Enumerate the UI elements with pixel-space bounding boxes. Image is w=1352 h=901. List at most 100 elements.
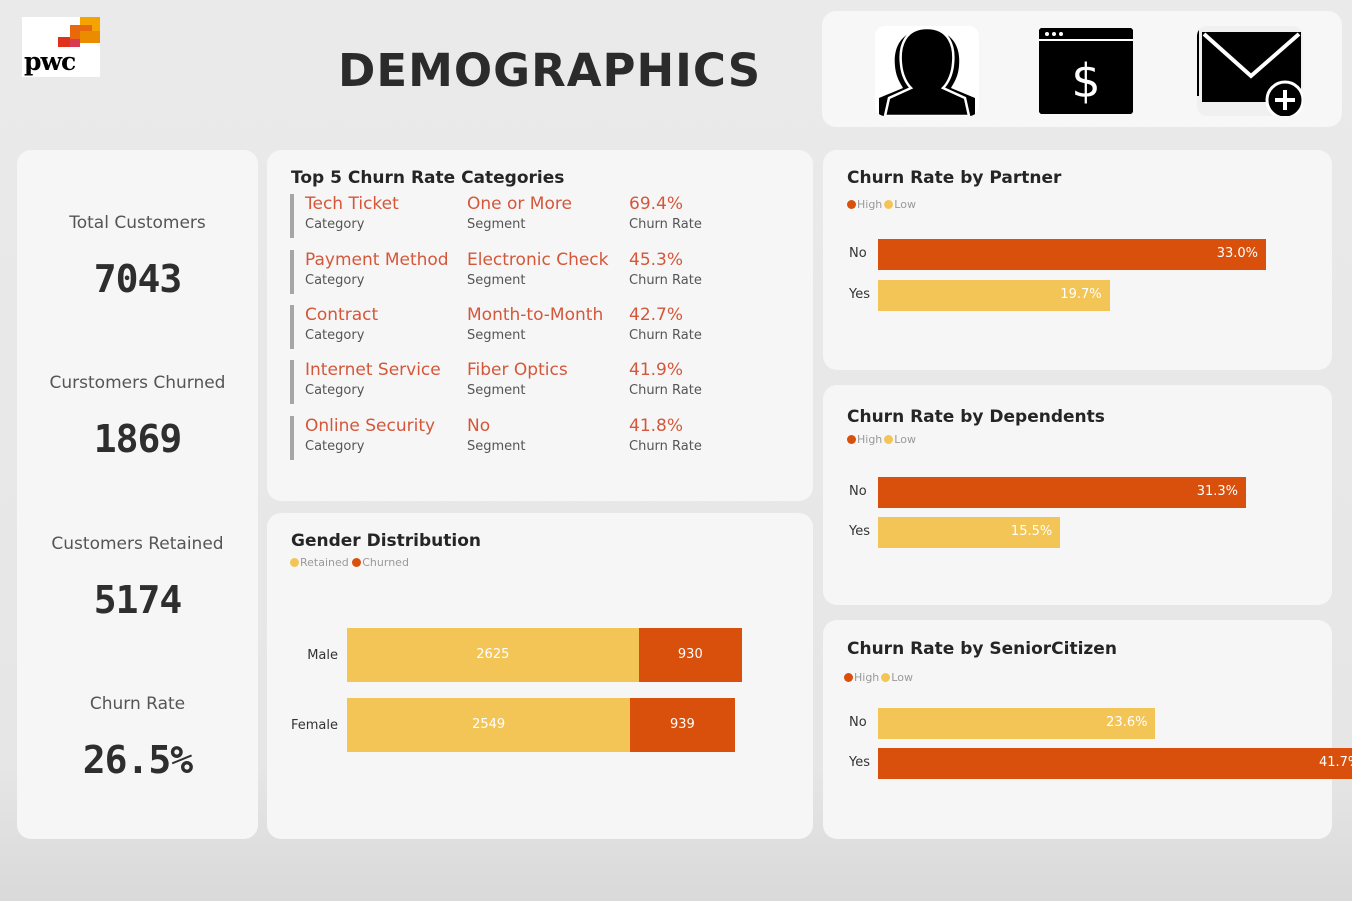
segment-caption: Segment (467, 328, 526, 343)
churn-rate-bar[interactable]: 41.7% (878, 748, 1352, 779)
churn-rate-bar[interactable]: 31.3% (878, 477, 1246, 508)
legend-low: Low (894, 198, 916, 211)
churn-rate-bar[interactable]: 19.7% (878, 280, 1110, 311)
bar-category-label: Yes (849, 524, 870, 539)
logo-wordmark: pwc (24, 47, 76, 76)
retained-bar-segment[interactable]: 2549 (347, 698, 631, 752)
churned-bar-segment[interactable]: 930 (638, 628, 742, 682)
bar-value-label: 41.7% (1318, 755, 1352, 770)
legend-low: Low (894, 433, 916, 446)
high-legend-dot (847, 435, 856, 444)
dependents-legend: High Low (847, 433, 916, 446)
kpi-customers-churned-label: Curstomers Churned (49, 373, 226, 393)
gender-category-label: Male (307, 648, 338, 663)
gender-category-label: Female (290, 718, 338, 733)
segment-caption: Segment (467, 439, 526, 454)
top5-category: Tech Ticket (305, 194, 399, 214)
legend-high: High (857, 433, 883, 446)
top5-rate: 69.4% (629, 194, 684, 214)
top5-category: Payment Method (305, 250, 449, 270)
top5-row: Internet Service Category Fiber Optics Seg… (290, 360, 794, 404)
gender-chart-title: Gender Distribution (291, 531, 481, 551)
bar-category-label: Yes (849, 755, 870, 770)
svg-text:$: $ (1071, 54, 1100, 108)
legend-retained: Retained (300, 556, 349, 569)
rate-caption: Churn Rate (629, 439, 702, 454)
legend-high: High (857, 198, 883, 211)
top5-category: Contract (305, 305, 379, 325)
legend-high: High (854, 671, 880, 684)
rate-caption: Churn Rate (629, 383, 702, 398)
category-caption: Category (305, 383, 365, 398)
top5-segment: One or More (467, 194, 572, 214)
billing-icon[interactable]: $ (1037, 26, 1135, 116)
category-caption: Category (305, 273, 365, 288)
top5-segment: Month-to-Month (467, 305, 604, 325)
top5-rate: 42.7% (629, 305, 684, 325)
bar-category-label: No (849, 484, 867, 499)
kpi-customers-churned-value: 1869 (93, 417, 183, 461)
dependents-chart-title: Churn Rate by Dependents (847, 407, 1105, 427)
bar-value-label: 15.5% (1010, 524, 1053, 539)
bar-value-label: 19.7% (1060, 287, 1102, 302)
churn-rate-bar[interactable]: 23.6% (878, 708, 1156, 739)
top5-rate: 41.8% (629, 416, 684, 436)
high-legend-dot (847, 200, 856, 209)
retained-legend-dot (290, 558, 299, 567)
top5-category: Online Security (305, 416, 436, 436)
category-caption: Category (305, 439, 365, 454)
top5-segment: No (467, 416, 491, 436)
partner-chart-title: Churn Rate by Partner (847, 168, 1062, 188)
top5-row: Payment Method Category Electronic Check S… (290, 250, 794, 294)
kpi-churn-rate-value: 26.5% (82, 738, 193, 782)
top5-row: Online Security Category No Segment 41.8% C… (290, 416, 794, 460)
category-caption: Category (305, 328, 365, 343)
rate-caption: Churn Rate (629, 328, 702, 343)
churned-bar-segment[interactable]: 939 (630, 698, 735, 752)
segment-caption: Segment (467, 383, 526, 398)
kpi-total-customers-value: 7043 (93, 257, 183, 301)
kpi-panel: Total Customers 7043 Curstomers Churned … (17, 150, 258, 839)
seniorcitizen-chart-title: Churn Rate by SeniorCitizen (847, 639, 1117, 659)
low-legend-dot (884, 435, 894, 444)
partner-chart-card: Churn Rate by Partner High Low No 33.0% Yes… (823, 150, 1332, 370)
top5-segment: Electronic Check (467, 250, 609, 270)
low-legend-dot (884, 200, 894, 209)
top5-row: Contract Category Month-to-Month Segment 4… (290, 305, 794, 349)
churn-rate-bar[interactable]: 33.0% (878, 239, 1266, 270)
bar-value-label: 31.3% (1196, 484, 1238, 499)
page-title: DEMOGRAPHICS (338, 44, 762, 97)
gender-legend: Retained Churned (290, 556, 409, 569)
top5-rate: 41.9% (629, 360, 684, 380)
user-group-icon[interactable] (875, 26, 979, 116)
pwc-logo: pwc (22, 17, 100, 77)
legend-low: Low (891, 671, 913, 684)
seniorcitizen-chart-card: Churn Rate by SeniorCitizen High Low No 23… (823, 620, 1352, 839)
churn-rate-bar[interactable]: 15.5% (878, 517, 1061, 548)
dependents-chart-card: Churn Rate by Dependents High Low No 31.3%… (823, 385, 1332, 605)
kpi-churn-rate-label: Churn Rate (89, 694, 186, 714)
top5-title: Top 5 Churn Rate Categories (291, 168, 565, 188)
low-legend-dot (881, 673, 891, 682)
rate-caption: Churn Rate (629, 273, 702, 288)
bar-category-label: No (849, 246, 867, 261)
top5-rate: 45.3% (629, 250, 684, 270)
kpi-total-customers-label: Total Customers (69, 213, 206, 233)
bar-value-label: 33.0% (1216, 246, 1258, 261)
kpi-customers-retained-label: Customers Retained (51, 534, 224, 554)
top5-category: Internet Service (305, 360, 441, 380)
seniorcitizen-legend: High Low (844, 671, 913, 684)
segment-caption: Segment (467, 217, 526, 232)
mail-add-icon[interactable] (1197, 26, 1303, 116)
kpi-customers-retained-value: 5174 (93, 578, 183, 622)
legend-churned: Churned (362, 556, 409, 569)
top5-churn-card: Top 5 Churn Rate Categories Tech Ticket C… (267, 150, 813, 501)
top5-row: Tech Ticket Category One or More Segment 6… (290, 194, 794, 238)
partner-legend: High Low (847, 198, 916, 211)
high-legend-dot (844, 673, 853, 682)
bar-category-label: Yes (849, 287, 870, 302)
gender-distribution-card: Gender Distribution Retained Churned Mal… (267, 513, 813, 839)
retained-bar-segment[interactable]: 2625 (347, 628, 639, 682)
bar-category-label: No (849, 715, 867, 730)
churned-legend-dot (352, 558, 362, 567)
